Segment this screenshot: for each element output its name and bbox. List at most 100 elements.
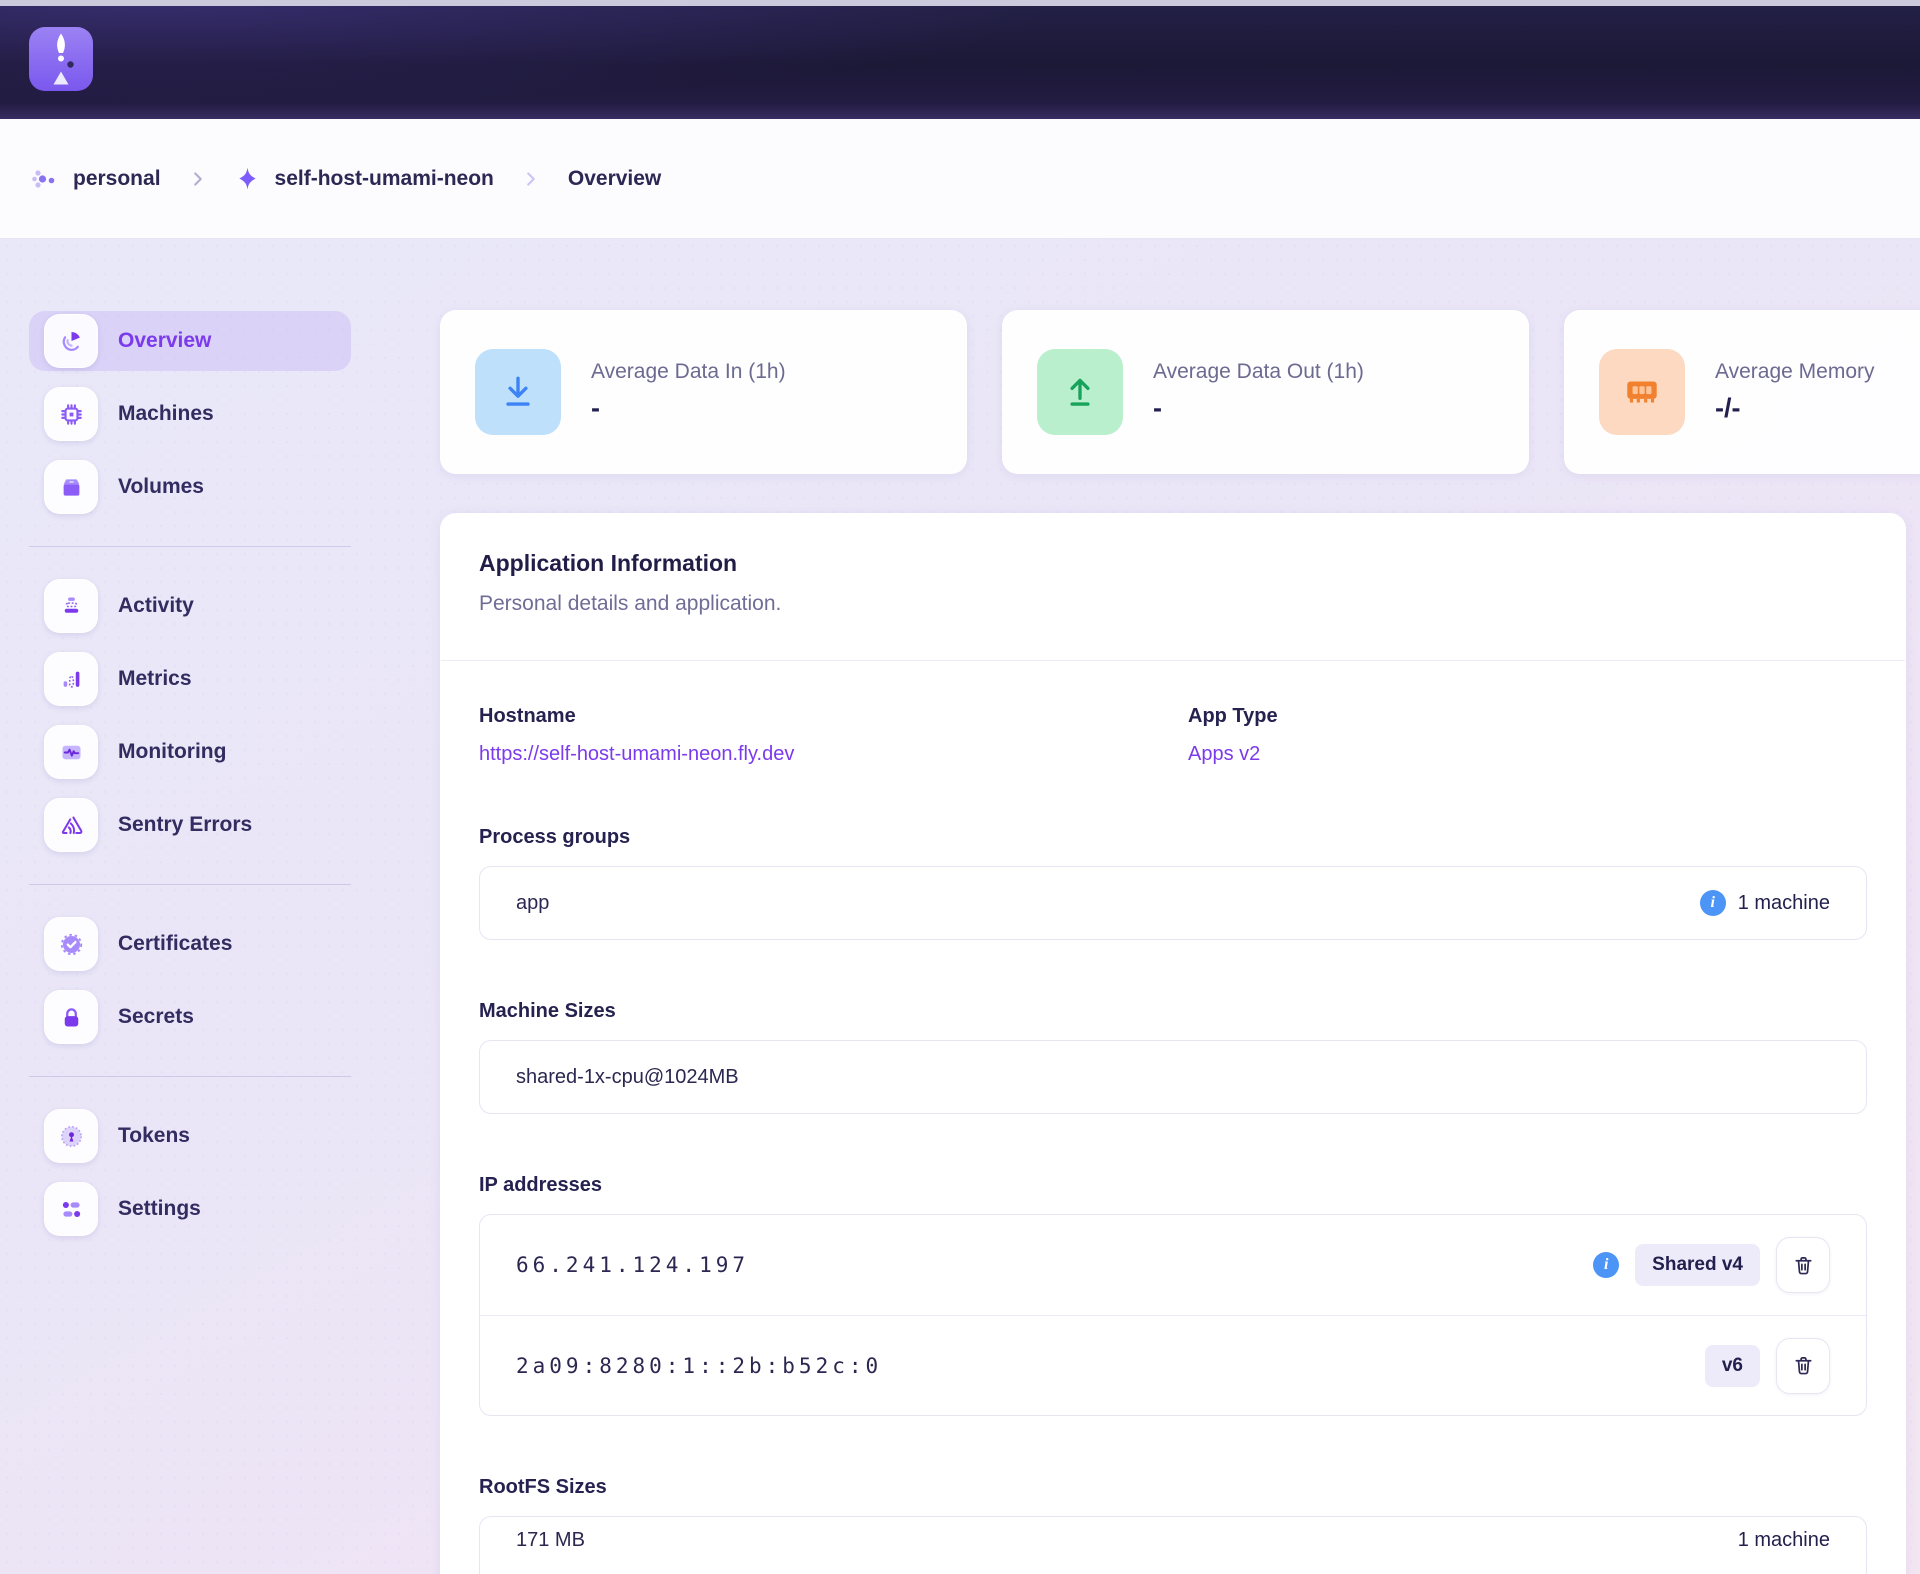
sidebar-item-tokens[interactable]: Tokens <box>29 1106 351 1166</box>
pulse-monitor-icon <box>44 725 98 779</box>
card-body: Hostname https://self-host-umami-neon.fl… <box>441 705 1905 1574</box>
sidebar-item-metrics[interactable]: Metrics <box>29 649 351 709</box>
stat-card-data-out: Average Data Out (1h) - <box>1002 310 1529 474</box>
rootfs-size-value: 171 MB <box>516 1529 585 1552</box>
sidebar-item-label: Sentry Errors <box>118 813 252 837</box>
rootfs-sizes-label: RootFS Sizes <box>479 1476 1867 1499</box>
chevron-right-icon <box>520 168 542 190</box>
delete-ip-button[interactable] <box>1776 1237 1830 1293</box>
content-area: Average Data In (1h) - Average Data Out … <box>440 310 1920 1574</box>
breadcrumb-org-label: personal <box>73 167 161 191</box>
sidebar: Overview Machines Volumes <box>29 311 351 1252</box>
hostname-link[interactable]: https://self-host-umami-neon.fly.dev <box>479 743 794 766</box>
sidebar-item-label: Activity <box>118 594 194 618</box>
sidebar-item-label: Secrets <box>118 1005 194 1029</box>
hostname-label: Hostname <box>479 705 1188 728</box>
sidebar-item-label: Monitoring <box>118 740 226 764</box>
breadcrumb-app[interactable]: self-host-umami-neon <box>235 166 494 191</box>
stat-card-memory: Average Memory -/- <box>1564 310 1920 474</box>
app-header <box>0 6 1920 119</box>
ip-row-v4: 66.241.124.197 i Shared v4 <box>480 1215 1866 1315</box>
sidebar-item-label: Overview <box>118 329 211 353</box>
breadcrumb-app-label: self-host-umami-neon <box>275 167 494 191</box>
process-group-row: app i 1 machine <box>479 866 1867 940</box>
chevron-right-icon <box>187 168 209 190</box>
storage-box-icon <box>44 460 98 514</box>
breadcrumb: personal self-host-umami-neon Overview <box>0 119 1920 239</box>
sidebar-item-sentry-errors[interactable]: Sentry Errors <box>29 795 351 855</box>
breadcrumb-org[interactable]: personal <box>30 165 161 193</box>
machine-sizes-label: Machine Sizes <box>479 1000 1867 1023</box>
card-subtitle: Personal details and application. <box>479 592 1867 616</box>
delete-ip-button[interactable] <box>1776 1338 1830 1394</box>
sidebar-item-label: Tokens <box>118 1124 190 1148</box>
cpu-chip-icon <box>44 387 98 441</box>
sidebar-item-settings[interactable]: Settings <box>29 1179 351 1239</box>
sidebar-item-label: Certificates <box>118 932 232 956</box>
trash-icon <box>1792 1354 1815 1377</box>
stat-label: Average Memory <box>1715 360 1875 384</box>
info-icon[interactable]: i <box>1700 890 1726 916</box>
memory-icon <box>1599 349 1685 435</box>
keyhole-icon <box>44 1109 98 1163</box>
stat-value: -/- <box>1715 393 1875 424</box>
sidebar-item-label: Machines <box>118 402 214 426</box>
sidebar-item-secrets[interactable]: Secrets <box>29 987 351 1047</box>
process-group-name: app <box>516 892 549 915</box>
ip-address-v6: 2a09:8280:1::2b:b52c:0 <box>516 1354 882 1378</box>
stat-label: Average Data In (1h) <box>591 360 786 384</box>
hostname-field: Hostname https://self-host-umami-neon.fl… <box>479 705 1188 766</box>
info-icon[interactable]: i <box>1593 1252 1619 1278</box>
breadcrumb-page[interactable]: Overview <box>568 167 661 191</box>
sentry-logo-icon <box>44 798 98 852</box>
overview-pie-icon <box>44 314 98 368</box>
sidebar-item-certificates[interactable]: Certificates <box>29 914 351 974</box>
app-type-label: App Type <box>1188 705 1867 728</box>
machine-size-value: shared-1x-cpu@1024MB <box>516 1066 739 1089</box>
ip-badge-v6: v6 <box>1705 1345 1760 1387</box>
stat-value: - <box>591 393 786 424</box>
sidebar-divider <box>29 546 351 547</box>
rootfs-machine-count: 1 machine <box>1738 1529 1830 1552</box>
stat-label: Average Data Out (1h) <box>1153 360 1364 384</box>
stats-row: Average Data In (1h) - Average Data Out … <box>440 310 1920 474</box>
process-group-machine-count: 1 machine <box>1738 892 1830 915</box>
rootfs-row: 171 MB 1 machine <box>479 1516 1867 1574</box>
stat-card-data-in: Average Data In (1h) - <box>440 310 967 474</box>
main-area: Overview Machines Volumes <box>0 239 1920 1574</box>
application-information-card: Application Information Personal details… <box>440 513 1906 1574</box>
padlock-icon <box>44 990 98 1044</box>
fly-logo[interactable] <box>29 27 93 91</box>
sparkle-icon <box>235 166 260 191</box>
sidebar-item-overview[interactable]: Overview <box>29 311 351 371</box>
sidebar-item-label: Volumes <box>118 475 204 499</box>
trash-icon <box>1792 1254 1815 1277</box>
sidebar-item-monitoring[interactable]: Monitoring <box>29 722 351 782</box>
sidebar-item-activity[interactable]: Activity <box>29 576 351 636</box>
machine-size-row: shared-1x-cpu@1024MB <box>479 1040 1867 1114</box>
app-type-link[interactable]: Apps v2 <box>1188 743 1260 766</box>
certificate-badge-icon <box>44 917 98 971</box>
sidebar-divider <box>29 1076 351 1077</box>
sidebar-item-label: Metrics <box>118 667 192 691</box>
upload-icon <box>1037 349 1123 435</box>
hostname-apptype-row: Hostname https://self-host-umami-neon.fl… <box>479 705 1867 766</box>
card-title: Application Information <box>479 550 1867 577</box>
download-icon <box>475 349 561 435</box>
ip-address-v4: 66.241.124.197 <box>516 1253 749 1277</box>
activity-stack-icon <box>44 579 98 633</box>
ip-row-v6: 2a09:8280:1::2b:b52c:0 v6 <box>480 1315 1866 1415</box>
stat-value: - <box>1153 393 1364 424</box>
sidebar-item-machines[interactable]: Machines <box>29 384 351 444</box>
sidebar-divider <box>29 884 351 885</box>
breadcrumb-page-label: Overview <box>568 167 661 191</box>
sidebar-item-volumes[interactable]: Volumes <box>29 457 351 517</box>
process-groups-label: Process groups <box>479 826 1867 849</box>
bar-chart-icon <box>44 652 98 706</box>
card-header: Application Information Personal details… <box>441 514 1905 661</box>
ip-badge-shared-v4: Shared v4 <box>1635 1244 1760 1286</box>
org-dots-icon <box>30 165 58 193</box>
sidebar-item-label: Settings <box>118 1197 201 1221</box>
toggles-icon <box>44 1182 98 1236</box>
ip-addresses-box: 66.241.124.197 i Shared v4 2 <box>479 1214 1867 1416</box>
